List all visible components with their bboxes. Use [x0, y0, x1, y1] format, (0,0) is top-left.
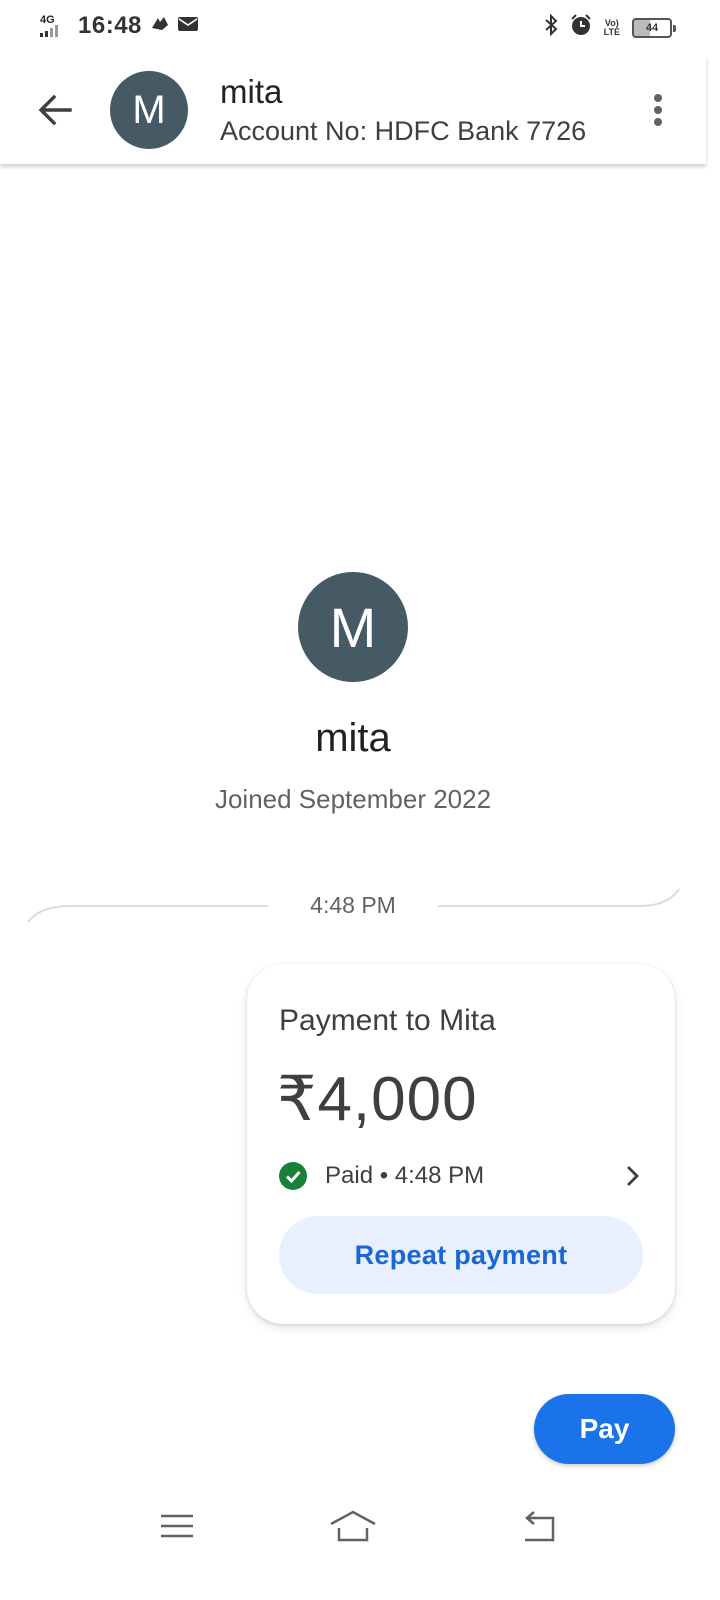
repeat-payment-button[interactable]: Repeat payment [279, 1216, 643, 1294]
volte-icon: Vo) LTE [603, 17, 620, 37]
bluetooth-icon [544, 13, 558, 41]
nav-menu-button[interactable] [153, 1506, 201, 1546]
back-nav-icon [525, 1511, 555, 1542]
payment-title: Payment to Mita [279, 1004, 496, 1037]
nav-back-button[interactable] [515, 1506, 563, 1546]
timestamp-divider: 4:48 PM [0, 880, 706, 930]
avatar[interactable]: M [110, 71, 188, 149]
mail-icon [177, 16, 198, 37]
status-bar: 4G 16:48 Vo) LTE 44 [0, 0, 720, 56]
menu-icon [161, 1514, 193, 1538]
status-bar-left: 4G 16:48 [40, 12, 198, 40]
message-timestamp: 4:48 PM [310, 892, 396, 918]
contact-name[interactable]: mita [220, 73, 282, 111]
nav-home-button[interactable] [329, 1506, 377, 1546]
payment-status-row[interactable]: Paid • 4:48 PM [279, 1156, 645, 1196]
payment-card[interactable]: Payment to Mita ₹4,000 Paid • 4:48 PM Re… [247, 964, 675, 1324]
profile-name: mita [315, 716, 391, 760]
app-bar: M mita Account No: HDFC Bank 7726 [0, 56, 706, 164]
contact-account-number[interactable]: Account No: HDFC Bank 7726 [220, 116, 586, 147]
pay-button[interactable]: Pay [534, 1394, 675, 1464]
alarm-icon [570, 14, 592, 41]
joined-date: Joined September 2022 [214, 784, 492, 814]
system-nav-bar [0, 1490, 720, 1570]
more-vert-icon [654, 94, 662, 102]
check-circle-icon [279, 1162, 307, 1190]
payment-amount: ₹4,000 [277, 1065, 478, 1134]
home-icon [330, 1510, 376, 1542]
profile-avatar: M [298, 572, 408, 682]
status-bar-right: Vo) LTE 44 [544, 13, 676, 41]
network-type: 4G [40, 14, 55, 26]
payment-status: Paid • 4:48 PM [325, 1162, 485, 1189]
battery-icon: 44 [632, 17, 676, 38]
chevron-right-icon [623, 1162, 643, 1190]
back-button[interactable] [32, 86, 80, 134]
status-time: 16:48 [78, 12, 142, 39]
signal-icon: 4G [40, 15, 70, 37]
conversation-screen: 4G 16:48 Vo) LTE 44 M mita Account No: H… [0, 0, 720, 1600]
arrow-back-icon [38, 94, 72, 126]
more-options-button[interactable] [644, 90, 672, 130]
notification-app-icon [150, 16, 170, 37]
